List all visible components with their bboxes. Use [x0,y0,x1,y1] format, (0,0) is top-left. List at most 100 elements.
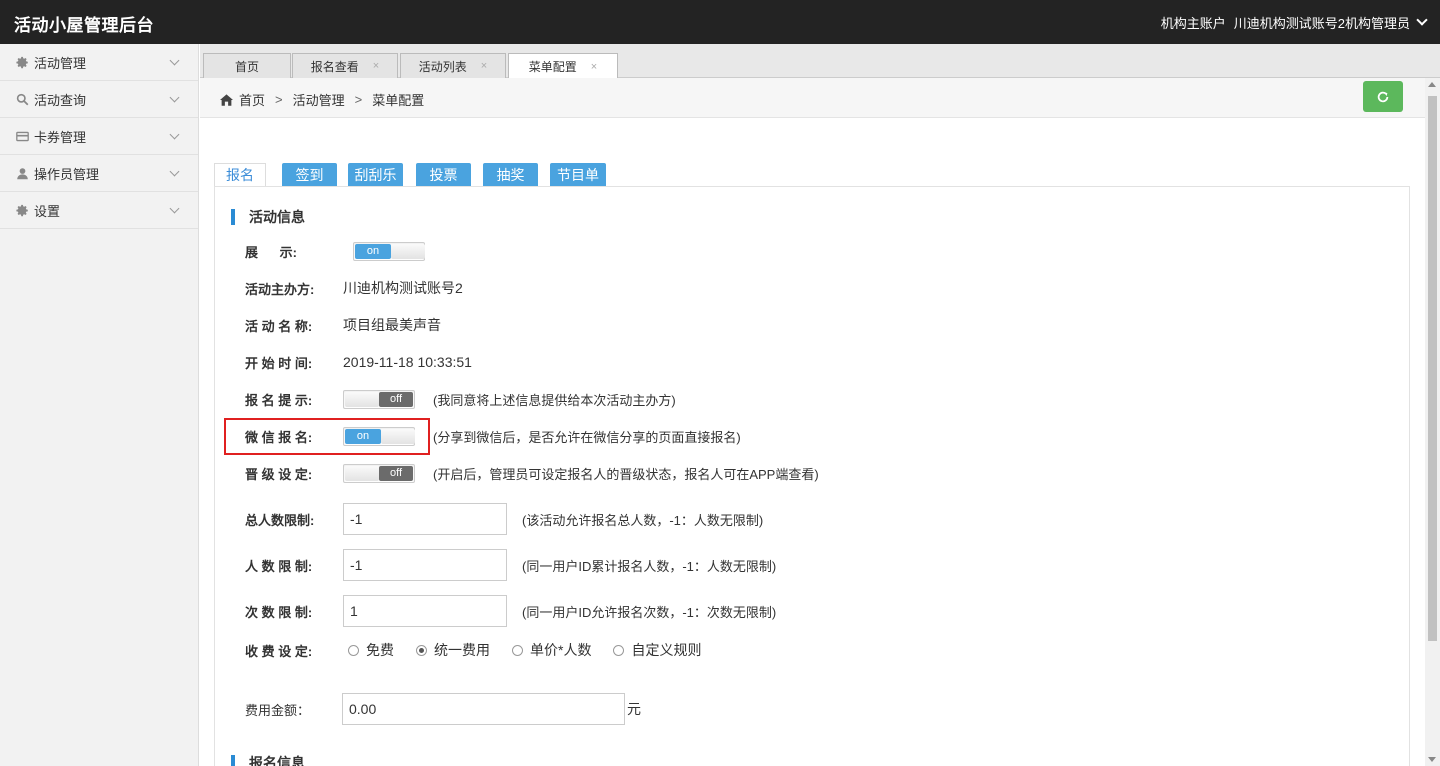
toggle-knob [381,428,415,444]
section-marker [231,755,235,766]
start-time-value: 2019-11-18 10:33:51 [343,354,472,370]
fee-option-unit-price[interactable]: 单价*人数 [512,640,591,660]
fee-option-custom[interactable]: 自定义规则 [613,640,701,660]
field-label: 活动主办方: [245,281,315,297]
field-times-limit: 次 数 限 制: (同一用户ID允许报名次数，-1：次数无限制) [245,595,776,627]
fee-option-unified[interactable]: 统一费用 [416,640,490,660]
toggle-off-text: off [379,465,413,481]
field-hint: (开启后，管理员可设定报名人的晋级状态，报名人可在APP端查看) [433,466,819,482]
sidebar-item-activity-query[interactable]: 活动查询 [0,81,198,118]
toggle-on-text: on [345,428,381,444]
tab-activity-list[interactable]: 活动列表 × [400,53,506,78]
scroll-down-arrow-icon[interactable] [1428,757,1436,762]
level-setting-toggle[interactable]: off [343,463,415,483]
toggle-knob [345,391,379,407]
chevron-down-icon [169,92,180,103]
display-toggle[interactable]: on [353,241,425,261]
card-icon [16,130,29,143]
sidebar-item-label: 卡券管理 [34,129,87,145]
tab-program[interactable]: 节目单 [550,163,606,186]
account-label: 机构主账户 [1160,16,1226,31]
field-wechat-signup: 微 信 报 名: on (分享到微信后，是否允许在微信分享的页面直接报名) [245,424,741,448]
radio-button[interactable] [613,644,625,656]
toggle-on-text: on [355,243,391,259]
signup-tip-toggle[interactable]: off [343,389,415,409]
field-display: 展 示: on [245,239,425,263]
tab-label: 菜单配置 [528,60,577,74]
scroll-up-arrow-icon[interactable] [1428,82,1436,87]
chevron-down-icon [169,166,180,177]
section-title-text: 报名信息 [249,755,305,766]
home-icon [220,93,233,106]
breadcrumb-item-activity[interactable]: 活动管理 [293,90,345,109]
field-fee-amount: 费用金额： 元 [245,693,641,725]
total-limit-input[interactable] [343,503,507,535]
close-icon[interactable]: × [481,60,487,72]
field-label: 收 费 设 定: [245,643,313,659]
field-label: 总人数限制: [245,512,315,528]
tab-lottery[interactable]: 抽奖 [483,163,538,186]
field-label: 活 动 名 称: [245,318,313,334]
refresh-button[interactable] [1363,81,1403,112]
sidebar-item-label: 操作员管理 [34,166,100,182]
toggle-off-text: off [379,391,413,407]
scrollbar-thumb[interactable] [1428,96,1437,641]
field-hint: (同一用户ID允许报名次数，-1：次数无限制) [522,604,777,620]
field-label: 微 信 报 名: [245,429,313,445]
tab-signup[interactable]: 报名 [214,163,266,187]
close-icon[interactable]: × [373,60,379,72]
wechat-signup-toggle[interactable]: on [343,426,415,446]
tab-strip: 首页 报名查看 × 活动列表 × 菜单配置 × [200,44,1440,79]
tab-home[interactable]: 首页 [203,53,291,78]
radio-label: 免费 [366,642,394,658]
activity-name-value: 项目组最美声音 [343,317,441,333]
breadcrumb-item-home[interactable]: 首页 [239,90,265,109]
radio-button[interactable] [512,644,523,656]
tab-label: 报名查看 [310,59,359,74]
tab-scratch-card[interactable]: 刮刮乐 [348,163,403,186]
gear-icon [16,56,29,69]
breadcrumb-separator: > [275,92,283,107]
field-signup-tip: 报 名 提 示: off (我同意将上述信息提供给本次活动主办方) [245,387,676,411]
breadcrumb-separator: > [354,92,363,107]
field-label: 次 数 限 制: [245,604,313,620]
field-label: 人 数 限 制: [245,558,313,574]
tab-vote[interactable]: 投票 [416,163,471,186]
sidebar-item-label: 活动查询 [34,92,87,108]
chevron-down-icon [169,129,180,140]
fee-amount-input[interactable] [342,693,625,725]
field-activity-name: 活 动 名 称: 项目组最美声音 [245,313,441,337]
section-title-text: 活动信息 [249,209,305,225]
main-content: 报名 签到 刮刮乐 投票 抽奖 节目单 活动信息 展 示: on 活动主办方: … [200,118,1425,766]
field-hint: (我同意将上述信息提供给本次活动主办方) [433,392,676,408]
sidebar-item-label: 设置 [34,203,61,219]
sidebar-item-settings[interactable]: 设置 [0,192,198,229]
field-hint: (同一用户ID累计报名人数，-1：人数无限制) [522,558,777,574]
times-limit-input[interactable] [343,595,507,627]
radio-label: 统一费用 [434,642,490,658]
tab-menu-config[interactable]: 菜单配置 × [508,53,618,79]
tab-checkin[interactable]: 签到 [282,163,337,186]
radio-button[interactable] [416,644,427,656]
person-limit-input[interactable] [343,549,507,581]
chevron-down-icon [169,203,180,214]
fee-option-free[interactable]: 免费 [348,640,394,660]
close-icon[interactable]: × [591,61,597,73]
scrollbar[interactable] [1425,78,1440,766]
tab-signup-view[interactable]: 报名查看 × [292,53,398,78]
field-hint: (该活动允许报名总人数，-1：人数无限制) [522,512,764,528]
field-person-limit: 人 数 限 制: (同一用户ID累计报名人数，-1：人数无限制) [245,549,776,581]
field-start-time: 开 始 时 间: 2019-11-18 10:33:51 [245,350,472,374]
radio-button[interactable] [348,644,359,656]
sidebar-item-activity-management[interactable]: 活动管理 [0,44,198,81]
breadcrumb-item-current: 菜单配置 [372,93,425,108]
section-title-activity: 活动信息 [231,207,305,227]
sidebar-item-coupon-management[interactable]: 卡券管理 [0,118,198,155]
sidebar-item-operator-management[interactable]: 操作员管理 [0,155,198,192]
breadcrumb: 首页 > 活动管理 > 菜单配置 [220,90,424,109]
radio-label: 单价*人数 [530,642,592,658]
account-menu[interactable]: 机构主账户 川迪机构测试账号2机构管理员 [1153,13,1410,32]
account-name: 川迪机构测试账号2机构管理员 [1233,16,1410,31]
field-label: 费用金额： [245,702,311,718]
chevron-down-icon[interactable] [1416,14,1428,26]
